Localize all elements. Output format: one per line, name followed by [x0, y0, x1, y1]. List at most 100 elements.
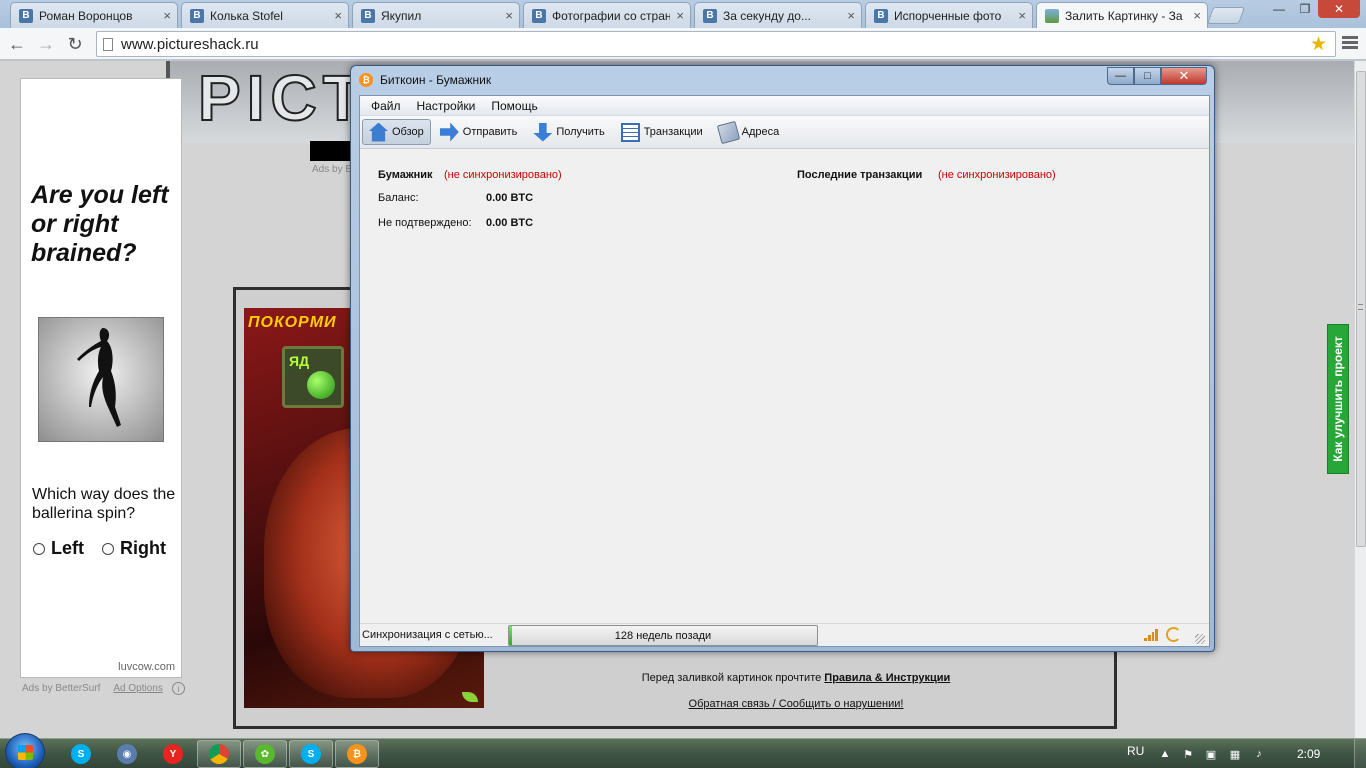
flag-icon[interactable]: ⚑ — [1181, 747, 1195, 761]
wallet-toolbar: Обзор Отправить Получить Транзакции Адре… — [360, 116, 1209, 149]
tab-close-icon[interactable]: × — [1193, 8, 1201, 23]
tab-close-icon[interactable]: × — [505, 8, 513, 23]
tab-transactions[interactable]: Транзакции — [614, 119, 710, 145]
sync-spinner-icon[interactable] — [1166, 627, 1181, 642]
page-scrollbar[interactable] — [1354, 61, 1366, 738]
tab-close-icon[interactable]: × — [334, 8, 342, 23]
language-indicator[interactable]: RU — [1127, 744, 1144, 758]
taskbar-yandex[interactable]: Y — [151, 740, 195, 768]
system-clock[interactable]: 2:09 — [1297, 747, 1320, 761]
clipboard-icon[interactable]: ▣ — [1204, 747, 1218, 761]
unconfirmed-value: 0.00 BTC — [486, 217, 534, 229]
show-desktop-button[interactable] — [1354, 739, 1366, 768]
arrow-left-icon[interactable]: ← — [6, 33, 28, 55]
feedback-link[interactable]: Обратная связь / Сообщить о нарушении! — [490, 698, 1102, 710]
vk-favicon-icon: В — [361, 8, 375, 23]
reload-icon[interactable]: ↻ — [64, 33, 86, 55]
chrome-icon — [209, 744, 229, 764]
address-book-icon — [716, 120, 740, 144]
home-icon — [369, 122, 388, 142]
sync-progress-bar: 128 недель позади — [508, 625, 818, 646]
browser-close-button[interactable]: ✕ — [1318, 0, 1360, 18]
tab-close-icon[interactable]: × — [1018, 8, 1026, 23]
browser-minimize-button[interactable]: — — [1266, 0, 1292, 18]
taskbar-skype[interactable]: S — [59, 740, 103, 768]
arrow-right-icon[interactable]: → — [35, 33, 57, 55]
menu-file[interactable]: Файл — [363, 99, 409, 113]
unconfirmed-label: Не подтверждено: — [378, 217, 472, 229]
menu-bar: Файл Настройки Помощь — [360, 96, 1209, 116]
tab-close-icon[interactable]: × — [163, 8, 171, 23]
menu-icon[interactable] — [1342, 36, 1358, 52]
browser-tab[interactable]: В Роман Воронцов × — [10, 2, 178, 28]
radio-button[interactable] — [102, 542, 114, 555]
left-ad-banner[interactable]: Are you left or right brained? Which way… — [20, 78, 182, 678]
browser-tab[interactable]: В Испорченные фото × — [865, 2, 1033, 28]
tab-send[interactable]: Отправить — [433, 119, 525, 145]
taskbar-chrome[interactable] — [197, 740, 241, 768]
network-signal-icon[interactable] — [1144, 629, 1158, 641]
radio-button[interactable] — [33, 542, 45, 555]
bitcoin-icon: ₿ — [359, 73, 373, 87]
star-icon[interactable]: ★ — [1310, 33, 1327, 56]
browser-tab[interactable]: В За секунду до... × — [694, 2, 862, 28]
browser-tab-active[interactable]: Залить Картинку - За × — [1036, 2, 1208, 28]
taskbar-skype-open[interactable]: S — [289, 740, 333, 768]
window-minimize-button[interactable]: — — [1107, 67, 1134, 85]
info-icon[interactable]: i — [171, 682, 185, 695]
vk-favicon-icon: В — [19, 8, 33, 23]
taskbar-icq[interactable]: ✿ — [243, 740, 287, 768]
bitcoin-icon: ₿ — [347, 744, 367, 764]
bitcoin-wallet-window: ₿ Биткоин - Бумажник — □ ✕ Файл Настройк… — [350, 65, 1215, 652]
tab-overview[interactable]: Обзор — [362, 119, 431, 145]
tab-close-icon[interactable]: × — [676, 8, 684, 23]
menu-settings[interactable]: Настройки — [409, 99, 484, 113]
tab-title: За секунду до... — [723, 8, 811, 23]
skype-icon: S — [71, 744, 91, 764]
ad-options-link[interactable]: Ad Options — [113, 683, 162, 694]
network-icon[interactable]: ▦ — [1228, 747, 1242, 761]
icq-icon: ✿ — [255, 744, 275, 764]
poison-flask-icon: ЯД — [282, 346, 344, 408]
ad-question: Which way does the ballerina spin? — [32, 486, 176, 522]
browser-tab[interactable]: В Якупил × — [352, 2, 520, 28]
url-text: www.pictureshack.ru — [121, 35, 259, 53]
page-icon — [103, 38, 113, 51]
window-titlebar[interactable]: ₿ Биткоин - Бумажник — [359, 73, 491, 87]
game-ad-title: ПОКОРМИ — [248, 314, 337, 331]
taskbar-network[interactable]: ◉ — [105, 740, 149, 768]
volume-icon[interactable]: ♪ — [1252, 747, 1266, 761]
new-tab-button[interactable] — [1206, 7, 1246, 24]
browser-maximize-button[interactable]: ❐ — [1292, 0, 1318, 18]
browser-toolbar: ← → ↻ www.pictureshack.ru ★ — [0, 28, 1366, 60]
balance-label: Баланс: — [378, 192, 419, 204]
tab-close-icon[interactable]: × — [847, 8, 855, 23]
feedback-tab[interactable]: Как улучшить проект — [1327, 324, 1349, 474]
resize-grip-icon[interactable] — [1195, 634, 1205, 644]
tab-title: Фотографии со стран — [552, 8, 671, 23]
menu-help[interactable]: Помощь — [483, 99, 545, 113]
taskbar-bitcoin[interactable]: ₿ — [335, 740, 379, 768]
browser-tab[interactable]: В Фотографии со стран × — [523, 2, 691, 28]
window-close-button[interactable]: ✕ — [1161, 67, 1207, 85]
vk-favicon-icon: В — [874, 8, 888, 23]
option-left[interactable]: Left — [33, 538, 84, 559]
ad-headline: Are you left or right brained? — [31, 181, 169, 267]
wallet-sync-warning: (не синхронизировано) — [444, 169, 562, 181]
vk-favicon-icon: В — [703, 8, 717, 23]
browser-tab[interactable]: В Колька Stofel × — [181, 2, 349, 28]
tab-receive[interactable]: Получить — [526, 119, 611, 145]
transactions-list-icon — [620, 122, 640, 142]
ad-domain[interactable]: luvcow.com — [118, 661, 175, 673]
show-hidden-icons-icon[interactable]: ▲ — [1158, 747, 1172, 761]
send-arrow-icon — [439, 122, 459, 142]
tab-label: Обзор — [392, 126, 424, 138]
option-right[interactable]: Right — [102, 538, 166, 559]
vk-favicon-icon: В — [532, 8, 546, 23]
address-bar[interactable]: www.pictureshack.ru ★ — [96, 31, 1336, 57]
start-button[interactable] — [5, 733, 45, 768]
banner-strip — [310, 141, 354, 161]
window-maximize-button[interactable]: □ — [1134, 67, 1161, 85]
tab-addresses[interactable]: Адреса — [712, 119, 787, 145]
rules-link[interactable]: Правила & Инструкции — [824, 672, 950, 684]
